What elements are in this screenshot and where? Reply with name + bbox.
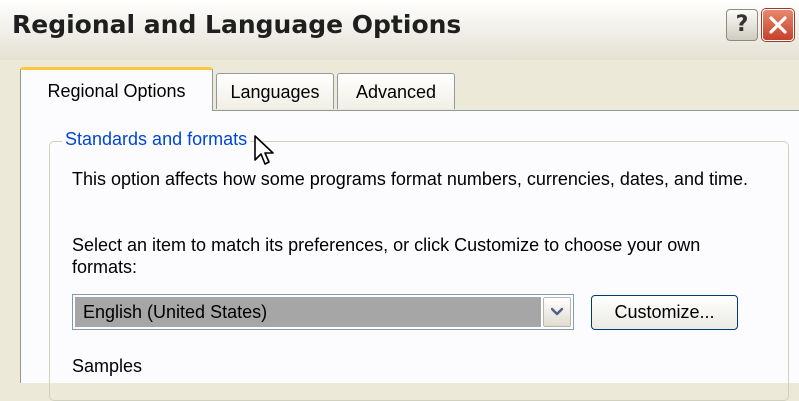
groupbox-legend: Standards and formats bbox=[62, 129, 251, 150]
standards-groupbox: Standards and formats This option affect… bbox=[49, 129, 789, 401]
mouse-cursor-icon bbox=[254, 135, 274, 165]
help-button[interactable]: ? bbox=[726, 9, 758, 41]
close-icon bbox=[769, 16, 787, 34]
samples-label: Samples bbox=[72, 356, 143, 376]
window-title: Regional and Language Options bbox=[12, 10, 462, 39]
title-bar[interactable]: Regional and Language Options ? bbox=[0, 0, 799, 60]
instruction-text: Select an item to match its preferences,… bbox=[72, 235, 701, 277]
tab-advanced[interactable]: Advanced bbox=[337, 73, 455, 109]
chevron-down-icon bbox=[551, 307, 563, 316]
close-button[interactable] bbox=[762, 9, 794, 41]
format-select-value[interactable]: English (United States) bbox=[75, 297, 541, 327]
tab-panel: Standards and formats This option affect… bbox=[20, 110, 799, 401]
format-dropdown-button[interactable] bbox=[543, 297, 571, 327]
question-mark-icon: ? bbox=[735, 12, 749, 37]
description-text: This option affects how some programs fo… bbox=[72, 169, 748, 189]
format-select[interactable]: English (United States) bbox=[72, 294, 574, 330]
tab-languages[interactable]: Languages bbox=[216, 73, 334, 109]
customize-button[interactable]: Customize... bbox=[591, 295, 738, 330]
tab-regional-options[interactable]: Regional Options bbox=[20, 67, 213, 111]
